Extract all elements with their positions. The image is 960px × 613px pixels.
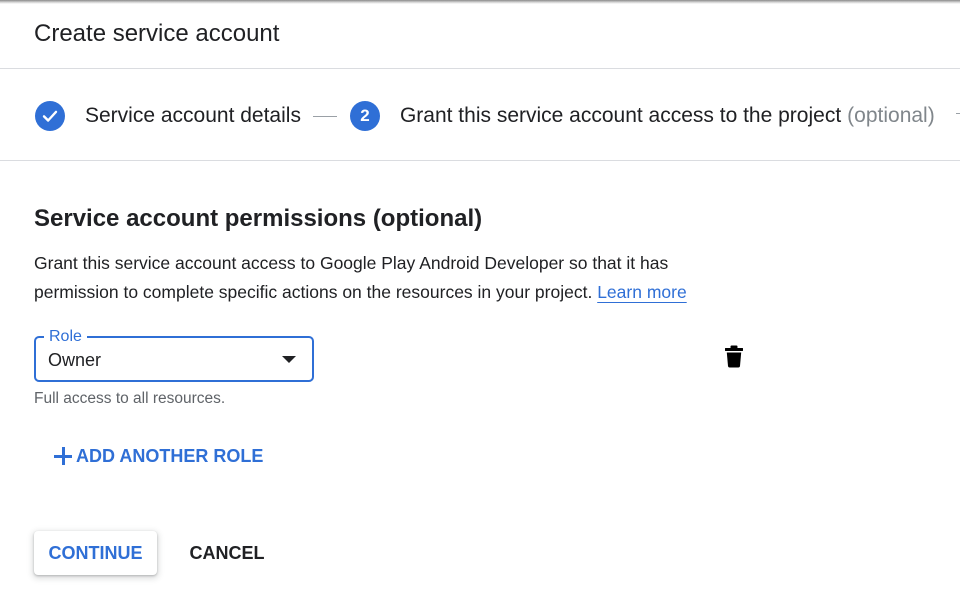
add-another-role-button[interactable]: ADD ANOTHER ROLE [46,438,271,474]
stepper-divider [0,160,960,161]
step-2-active-badge[interactable]: 2 [349,101,380,131]
add-role-label: ADD ANOTHER ROLE [76,445,264,466]
delete-role-button[interactable] [718,340,750,372]
step-1-label[interactable]: Service account details [85,104,301,128]
step-2-optional-tag: (optional) [847,104,935,127]
header-divider [0,68,960,69]
cancel-button[interactable]: CANCEL [180,531,274,575]
permissions-description: Grant this service account access to Goo… [34,249,754,307]
role-helper-text: Full access to all resources. [34,390,226,407]
step-2-label[interactable]: Grant this service account access to the… [400,104,935,128]
step-2-title: Grant this service account access to the… [399,104,842,127]
plus-icon [54,447,72,465]
step-1-completed-badge[interactable] [35,101,65,131]
role-field-label: Role [44,327,87,347]
continue-button[interactable]: CONTINUE [34,531,157,575]
step-2-number: 2 [360,106,370,125]
section-title: Service account permissions (optional) [34,205,483,232]
step-connector-overflow [956,113,960,114]
role-selected-value: Owner [48,350,102,370]
role-select[interactable]: Role Owner [34,327,314,382]
learn-more-link[interactable]: Learn more [597,282,687,302]
page-title: Create service account [34,20,280,47]
dropdown-arrow-icon [282,356,296,363]
description-text: Grant this service account access to Goo… [34,253,669,302]
trash-icon [725,345,743,368]
top-shadow [0,0,960,4]
check-icon [42,110,58,122]
stepper: Service account details 2 Grant this ser… [35,100,935,132]
step-connector [312,115,337,117]
